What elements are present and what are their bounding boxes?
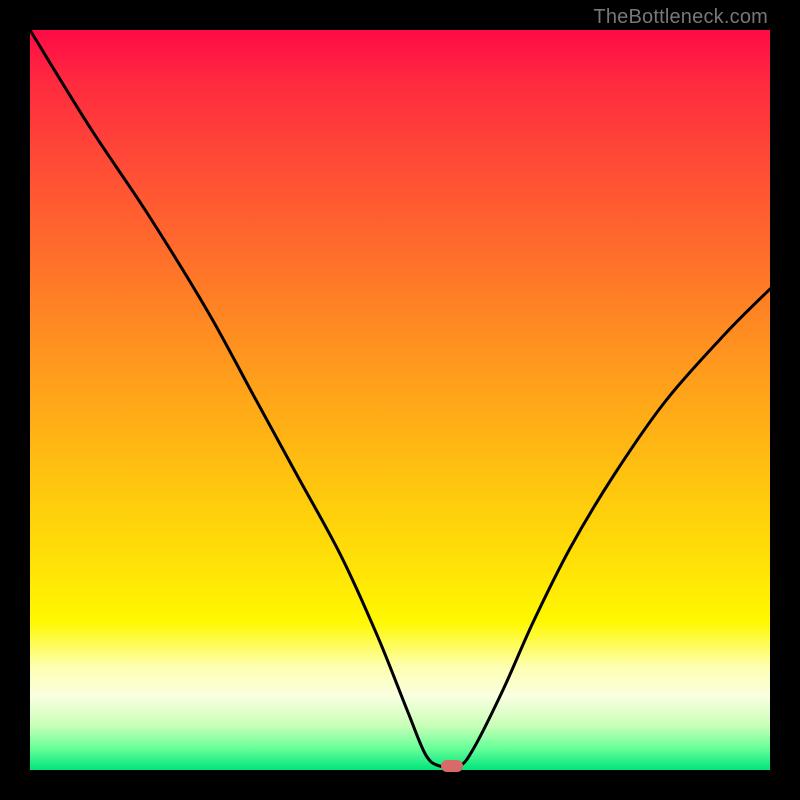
minimum-marker	[441, 760, 463, 772]
plot-area	[30, 30, 770, 770]
chart-frame: TheBottleneck.com	[0, 0, 800, 800]
curve-path	[30, 30, 770, 768]
watermark-text: TheBottleneck.com	[593, 6, 768, 29]
bottleneck-curve	[30, 30, 770, 770]
